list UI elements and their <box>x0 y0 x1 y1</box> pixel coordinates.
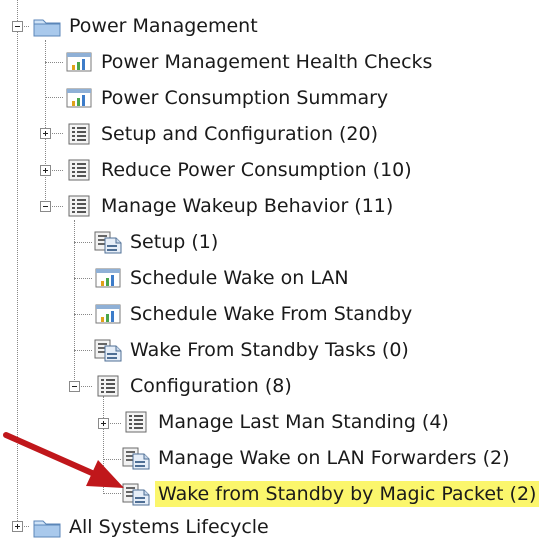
annotation-arrow-icon <box>3 432 124 488</box>
navigation-tree: Power Management Power Management Health… <box>0 0 550 546</box>
